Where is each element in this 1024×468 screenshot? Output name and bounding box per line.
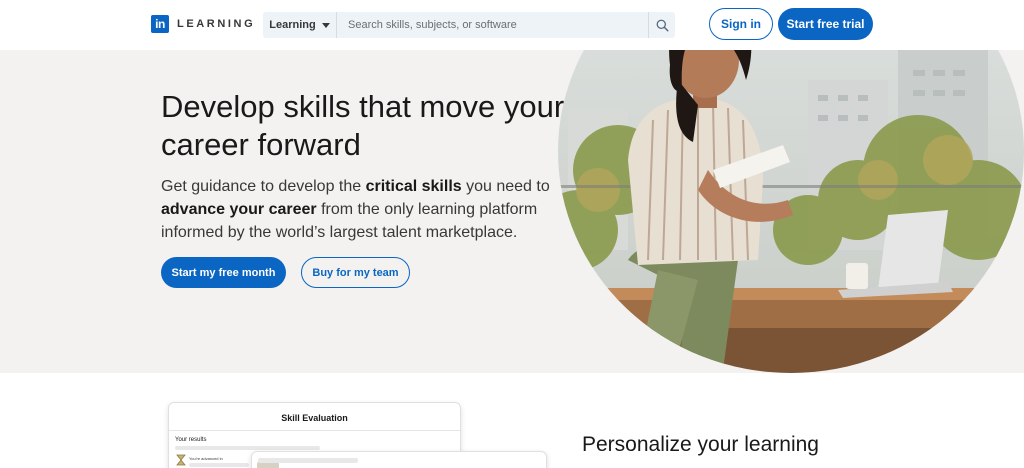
hero-section: Develop skills that move your career for… <box>0 50 1024 373</box>
card-divider <box>169 430 460 431</box>
your-results-label: Your results <box>175 437 207 443</box>
hero-title: Develop skills that move your career for… <box>161 89 565 162</box>
start-free-trial-button[interactable]: Start free trial <box>778 8 873 40</box>
placeholder-bar <box>258 458 358 463</box>
linkedin-learning-logo[interactable]: in LEARNING <box>151 15 255 33</box>
buy-for-team-button[interactable]: Buy for my team <box>301 257 410 288</box>
search-input[interactable] <box>337 12 648 38</box>
search-button[interactable] <box>648 12 675 38</box>
search-icon <box>656 19 669 32</box>
course-preview-card <box>251 451 547 468</box>
search-bar: Learning <box>263 12 675 38</box>
hero-photo <box>558 50 1024 373</box>
hero-subtitle-text: you need to <box>461 178 550 195</box>
start-free-month-button[interactable]: Start my free month <box>161 257 286 288</box>
hero-subtitle-text: Get guidance to develop the <box>161 178 366 195</box>
hero-subtitle-bold: advance your career <box>161 201 317 218</box>
placeholder-bar <box>189 463 249 467</box>
top-navigation: in LEARNING Learning Sign in Start free … <box>0 0 1024 50</box>
sign-in-button[interactable]: Sign in <box>709 8 773 40</box>
search-type-dropdown[interactable]: Learning <box>263 12 337 38</box>
logo-text: LEARNING <box>177 18 256 30</box>
search-type-label: Learning <box>269 19 316 31</box>
woman-with-laptop-illustration <box>558 50 1024 373</box>
placeholder-bar <box>175 446 320 450</box>
personalize-learning-title: Personalize your learning <box>582 433 819 456</box>
hero-subtitle: Get guidance to develop the critical ski… <box>161 175 551 244</box>
advanced-in-label: You're advanced in <box>189 456 223 461</box>
linkedin-in-icon: in <box>151 15 169 33</box>
caret-down-icon <box>321 22 330 28</box>
hourglass-icon <box>176 454 186 466</box>
skill-evaluation-title: Skill Evaluation <box>281 413 348 423</box>
hero-subtitle-bold: critical skills <box>365 178 462 195</box>
